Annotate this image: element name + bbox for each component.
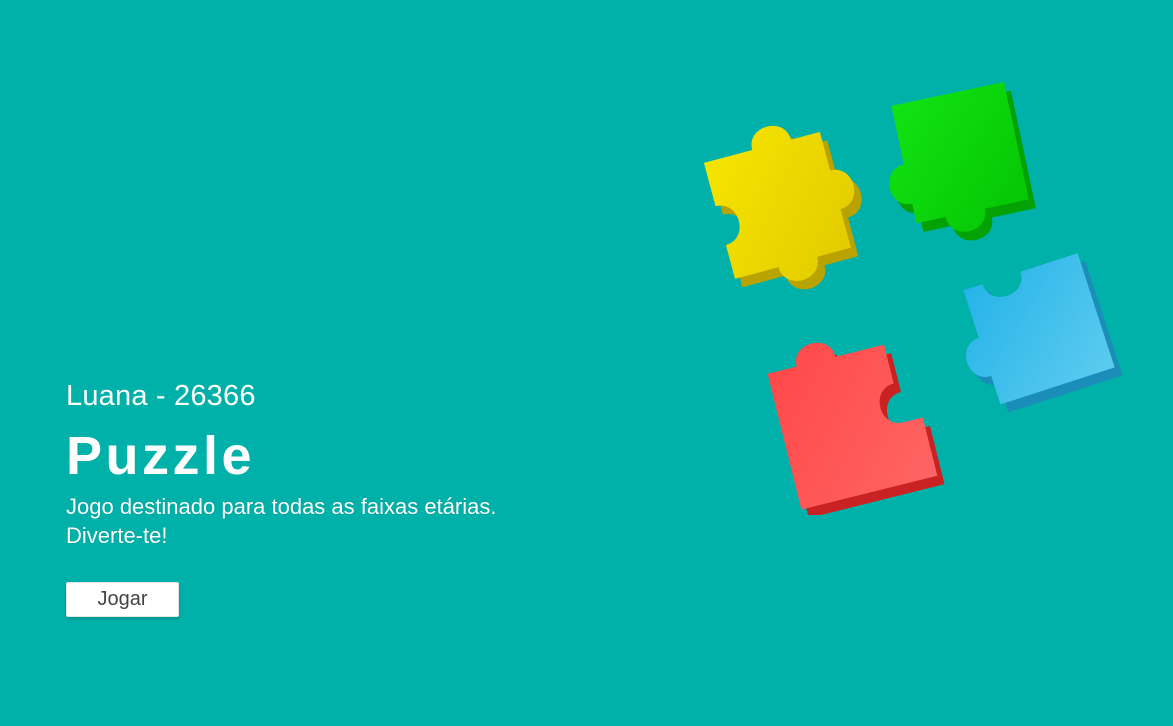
blue-piece — [944, 253, 1123, 413]
description-line-1: Jogo destinado para todas as faixas etár… — [66, 494, 497, 519]
description-line-2: Diverte-te! — [66, 523, 168, 548]
green-piece — [866, 81, 1036, 241]
game-title: Puzzle — [66, 426, 256, 486]
play-button[interactable]: Jogar — [66, 582, 179, 617]
yellow-piece — [703, 125, 862, 290]
author-label: Luana - 26366 — [66, 380, 256, 412]
red-piece — [767, 342, 945, 515]
game-description: Jogo destinado para todas as faixas etár… — [66, 492, 626, 550]
intro-panel: Luana - 26366 Puzzle Jogo destinado para… — [66, 378, 626, 550]
start-screen: Luana - 26366 Puzzle Jogo destinado para… — [0, 0, 1173, 726]
puzzle-pieces-icon — [703, 81, 1123, 515]
